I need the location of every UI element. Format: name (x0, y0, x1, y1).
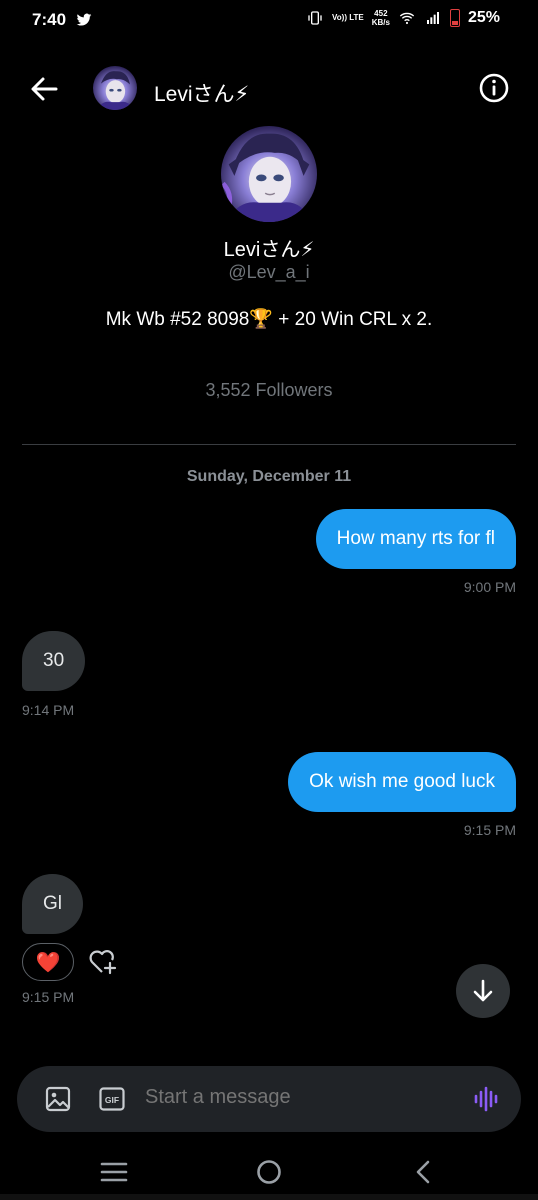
status-bar: 7:40 Vo)) LTE 452 KB/s 25% (0, 0, 538, 40)
divider (22, 444, 516, 445)
message-bubble-outgoing[interactable]: How many rts for fl (315, 509, 516, 569)
message-time: 9:15 PM (463, 822, 516, 838)
profile-name: Leviさん⚡ (223, 239, 315, 261)
message-text: Gl (43, 893, 62, 914)
volte-indicator: Vo)) LTE (332, 13, 364, 22)
gesture-strip (0, 1194, 538, 1200)
gif-label: GIF (105, 1095, 119, 1105)
message-time: 9:14 PM (22, 702, 75, 718)
profile-handle: @Lev_a_i (228, 262, 310, 282)
arrow-down-icon (473, 979, 493, 1002)
battery-icon (449, 9, 460, 27)
recent-apps-icon[interactable] (100, 1161, 128, 1183)
message-time: 9:00 PM (463, 579, 516, 595)
conversation-header: Leviさん⚡ (0, 60, 538, 118)
battery-percent: 25% (467, 9, 500, 26)
scroll-to-bottom-button[interactable] (456, 964, 510, 1018)
date-separator: Sunday, December 11 (186, 468, 352, 485)
message-text: How many rts for fl (336, 528, 495, 549)
wifi-icon (399, 12, 415, 25)
profile-bio: Mk Wb #52 8098🏆 + 20 Win CRL x 2. (105, 309, 433, 330)
nav-back-icon[interactable] (414, 1159, 432, 1185)
followers-count[interactable]: 3,552 Followers (0, 380, 538, 401)
voice-icon[interactable] (473, 1085, 499, 1113)
status-time: 7:40 (32, 10, 67, 29)
network-speed-value: 452 (374, 9, 388, 18)
home-icon[interactable] (256, 1159, 282, 1185)
message-text: 30 (43, 650, 65, 671)
signal-icon (426, 12, 439, 24)
gif-icon[interactable]: GIF (99, 1086, 125, 1112)
message-bubble-outgoing[interactable]: Ok wish me good luck (288, 752, 516, 812)
info-icon[interactable] (478, 72, 510, 104)
twitter-bird-icon (76, 13, 92, 26)
system-nav-bar (0, 1145, 538, 1200)
vibrate-icon (308, 11, 322, 25)
reaction-emoji: ❤️ (35, 951, 61, 974)
add-reaction-icon[interactable] (88, 948, 118, 976)
message-text: Ok wish me good luck (309, 771, 495, 792)
heart-reaction[interactable]: ❤️ (22, 943, 74, 981)
message-bubble-incoming[interactable]: 30 (22, 631, 86, 691)
network-speed: 452 KB/s (372, 9, 390, 27)
message-bubble-incoming[interactable]: Gl (22, 874, 83, 934)
message-composer: GIF (17, 1066, 521, 1132)
message-input[interactable] (145, 1086, 445, 1109)
profile-avatar[interactable] (221, 126, 317, 222)
header-name[interactable]: Leviさん⚡ (154, 78, 249, 108)
message-time: 9:15 PM (22, 989, 75, 1005)
network-speed-unit: KB/s (371, 18, 390, 27)
back-arrow-icon[interactable] (28, 74, 60, 104)
header-avatar[interactable] (93, 66, 137, 110)
image-icon[interactable] (45, 1086, 71, 1112)
